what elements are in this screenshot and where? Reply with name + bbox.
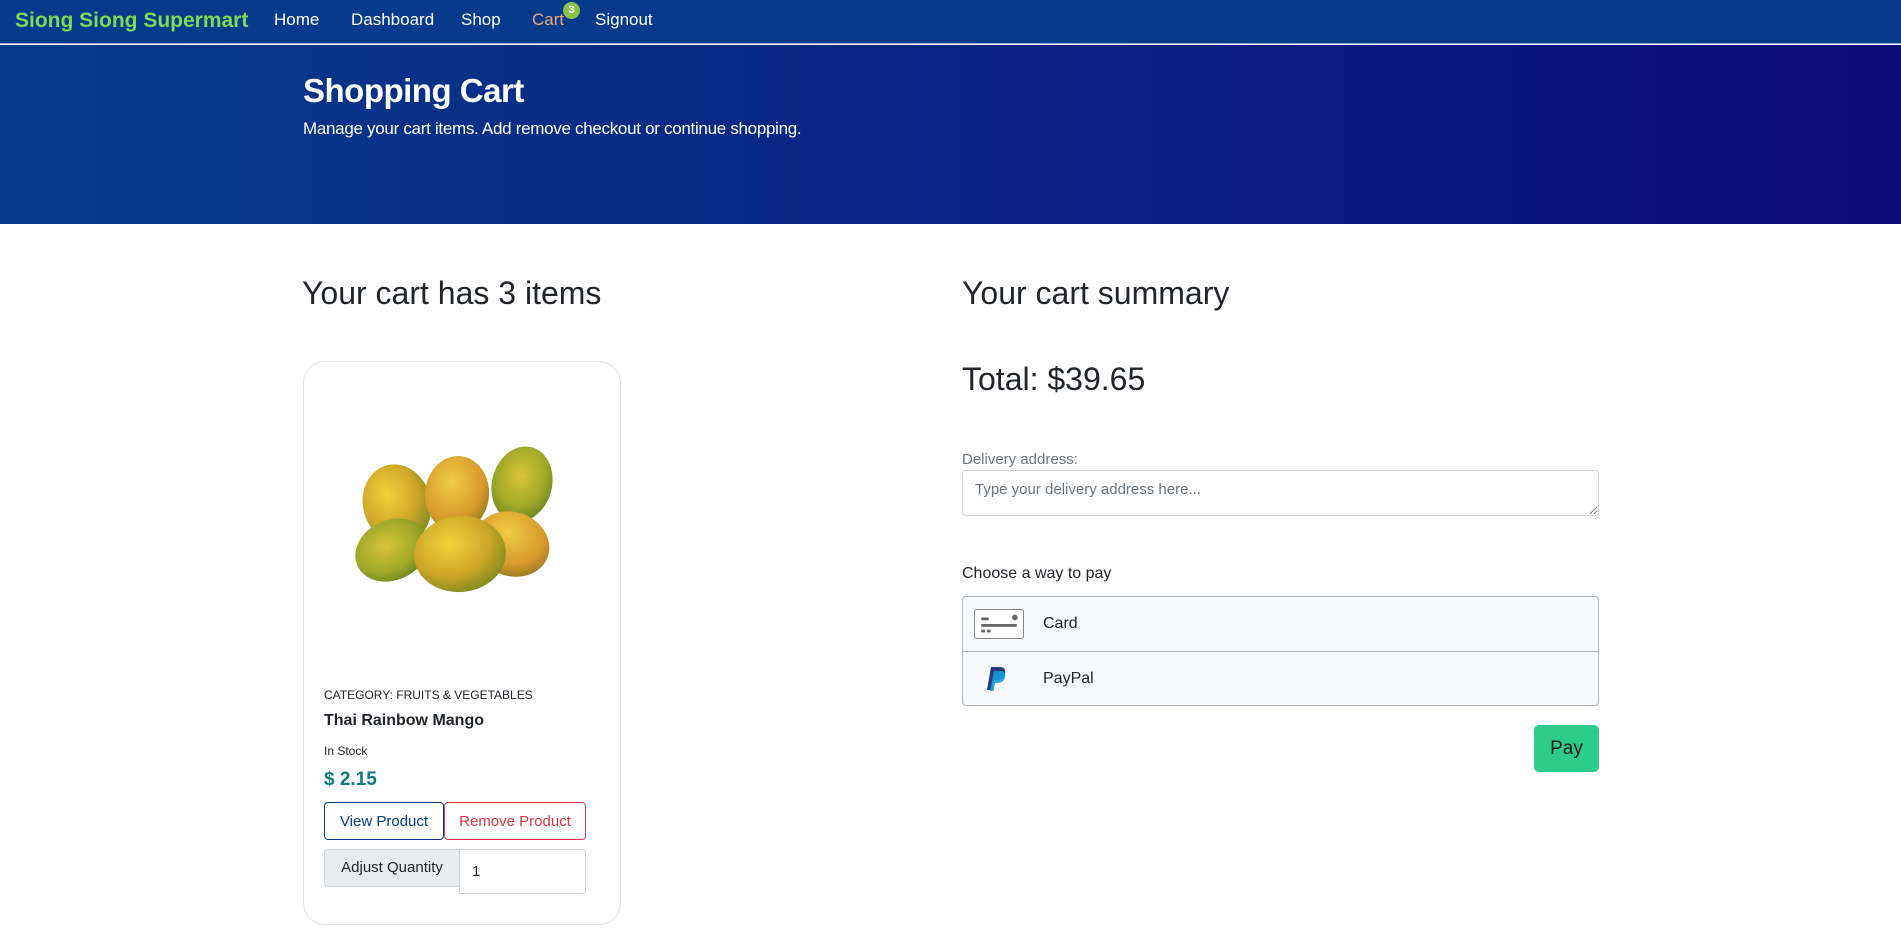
cart-heading: Your cart has 3 items (302, 275, 602, 311)
pay-option-paypal[interactable]: PayPal (963, 652, 1598, 707)
remove-product-button[interactable]: Remove Product (444, 802, 586, 840)
credit-card-icon (974, 609, 1024, 639)
mango-image (355, 446, 553, 593)
payment-method-label: Choose a way to pay (962, 565, 1112, 582)
product-card: CATEGORY: FRUITS & VEGETABLES Thai Rainb… (303, 361, 621, 925)
nav-signout[interactable]: Signout (595, 10, 653, 30)
adjust-quantity-label: Adjust Quantity (324, 849, 460, 887)
stock-status: In Stock (324, 744, 368, 758)
view-product-button[interactable]: View Product (324, 802, 444, 840)
nav-home[interactable]: Home (274, 10, 319, 30)
brand-logo[interactable]: Siong Siong Supermart (15, 9, 248, 33)
pay-option-card-label: Card (1043, 615, 1078, 632)
payment-options: Card PayPal (962, 596, 1599, 706)
navbar: Siong Siong Supermart Home Dashboard Sho… (0, 0, 1901, 44)
product-category: CATEGORY: FRUITS & VEGETABLES (324, 688, 533, 702)
cart-total: Total: $39.65 (962, 361, 1146, 397)
delivery-address-input[interactable] (962, 470, 1599, 516)
delivery-address-label: Delivery address: (962, 451, 1078, 468)
cart-count-badge: 3 (563, 2, 580, 19)
product-price: $ 2.15 (324, 769, 377, 790)
nav-shop[interactable]: Shop (461, 10, 501, 30)
quantity-input[interactable] (459, 849, 586, 894)
page-title: Shopping Cart (303, 72, 524, 109)
nav-cart[interactable]: Cart (532, 10, 564, 30)
summary-heading: Your cart summary (962, 275, 1230, 311)
hero-banner: Shopping Cart Manage your cart items. Ad… (0, 45, 1901, 224)
product-name: Thai Rainbow Mango (324, 712, 484, 729)
page-subtitle: Manage your cart items. Add remove check… (303, 119, 802, 138)
pay-button[interactable]: Pay (1534, 725, 1599, 772)
pay-option-card[interactable]: Card (963, 597, 1598, 652)
nav-dashboard[interactable]: Dashboard (351, 10, 434, 30)
paypal-icon (987, 667, 1006, 691)
pay-option-paypal-label: PayPal (1043, 670, 1094, 687)
